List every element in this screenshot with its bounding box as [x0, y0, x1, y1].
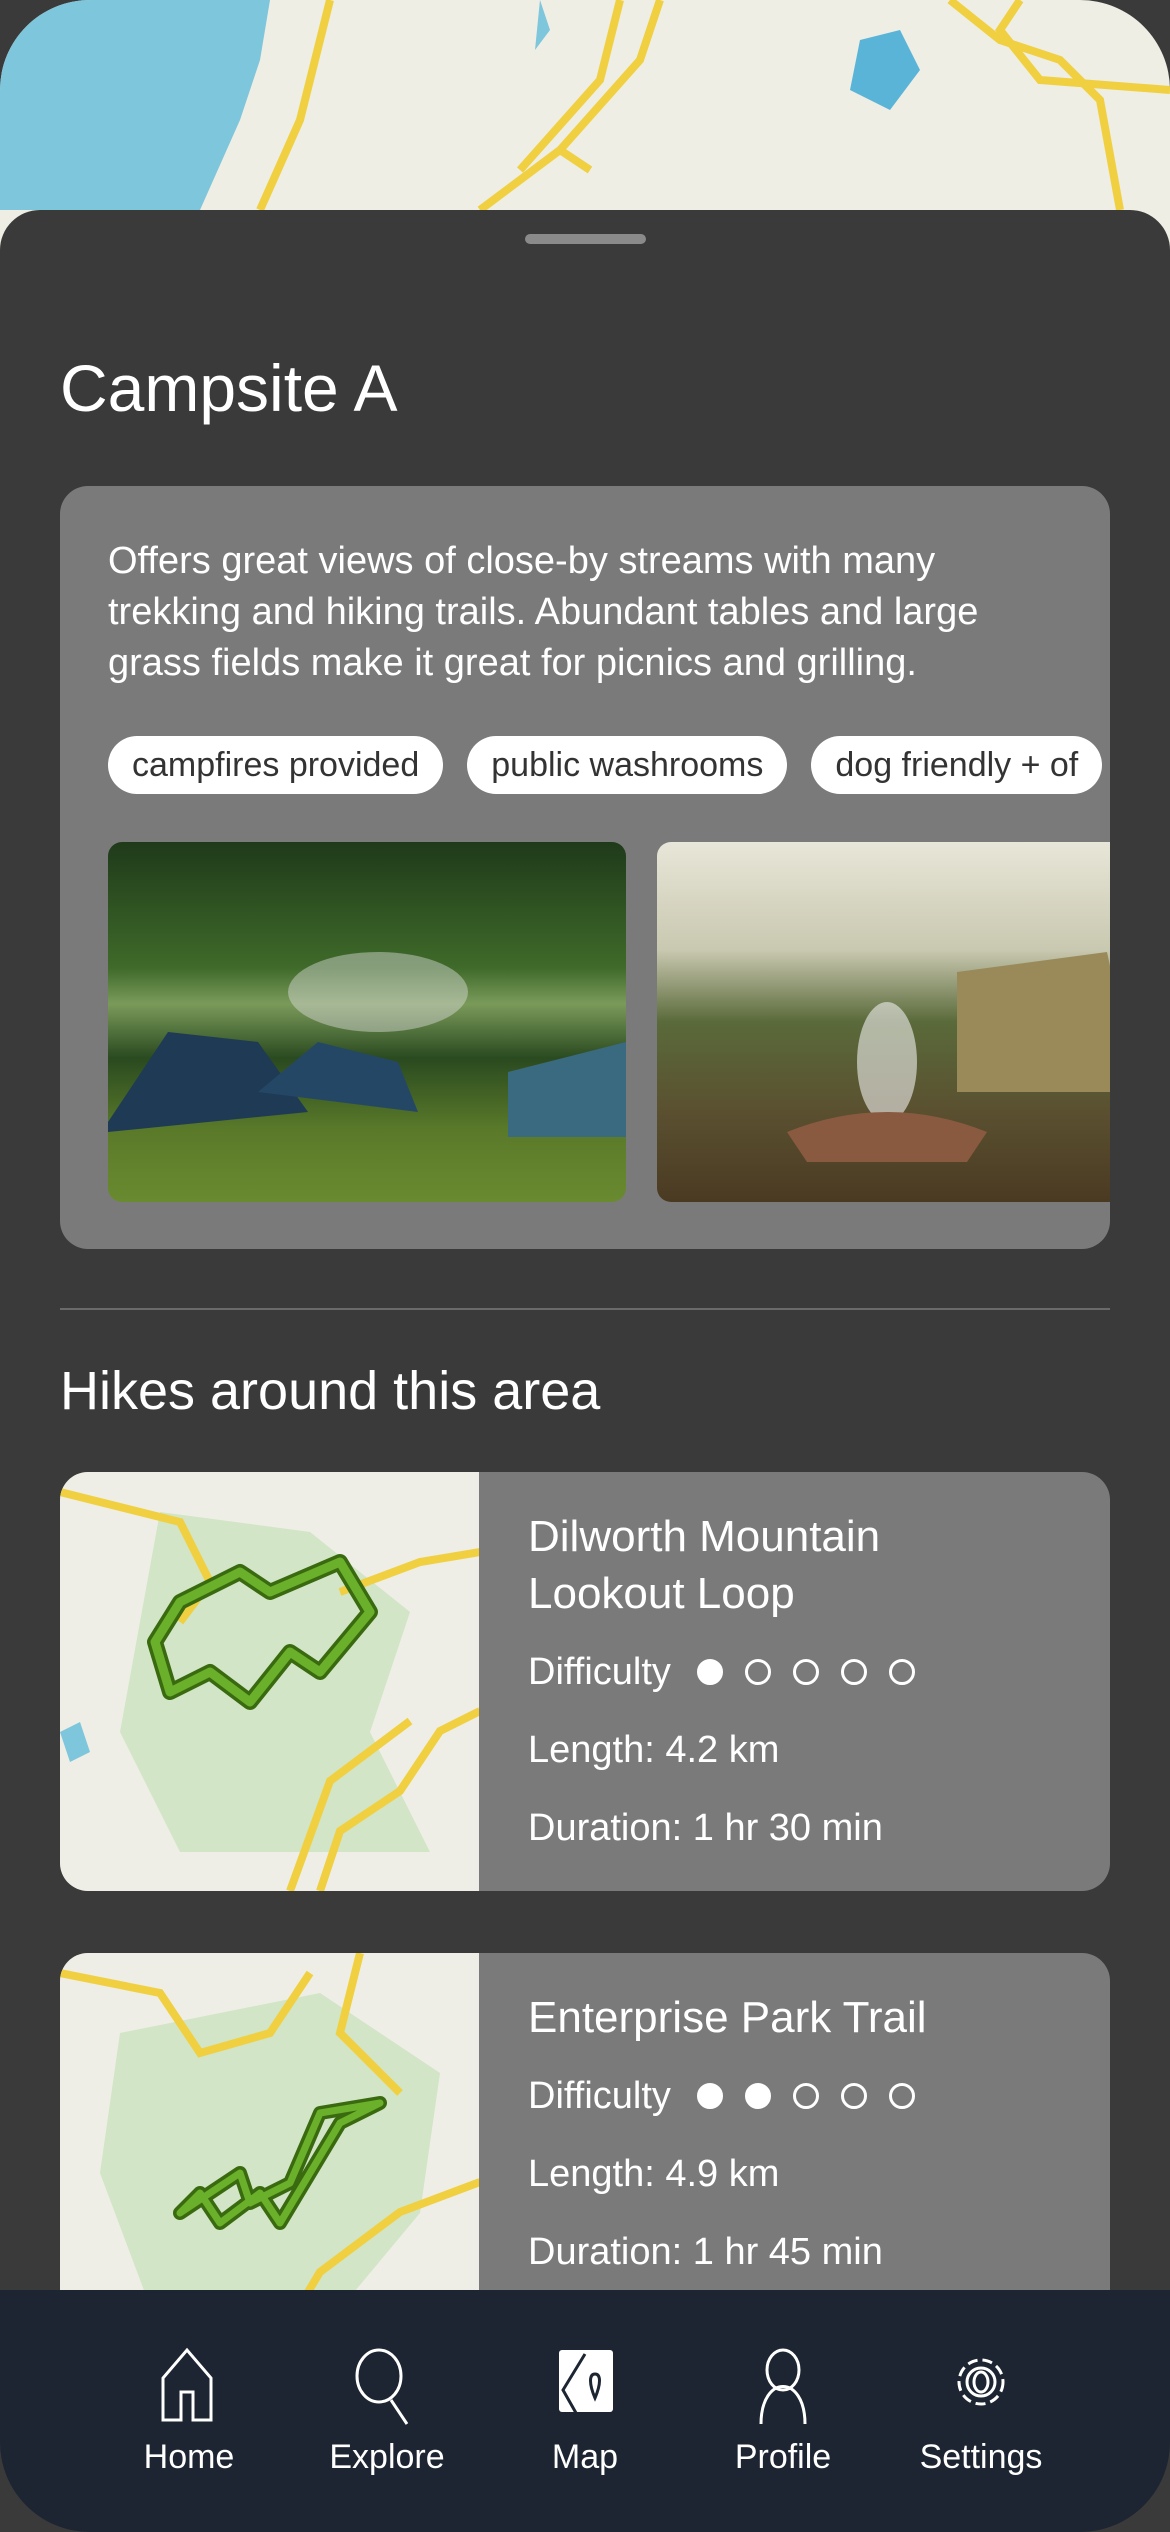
- nav-label: Settings: [919, 2438, 1043, 2476]
- bottom-nav: Home Explore Map Profile Settings: [0, 2290, 1170, 2532]
- difficulty-dot: [744, 1659, 771, 1685]
- trail-map-thumbnail: [60, 1472, 479, 1891]
- amenity-tags[interactable]: campfires provided public washrooms dog …: [108, 736, 1103, 794]
- nav-settings[interactable]: Settings: [896, 2346, 1066, 2532]
- difficulty-rating: [696, 1659, 915, 1685]
- campsite-photo-tents[interactable]: [108, 842, 626, 1202]
- difficulty-dot: [696, 1659, 723, 1685]
- difficulty-dot: [792, 1659, 819, 1685]
- difficulty-dot: [744, 2083, 771, 2109]
- difficulty-row: Difficulty: [528, 2068, 1048, 2124]
- tag[interactable]: dog friendly + of: [811, 736, 1103, 794]
- hikes-section-title: Hikes around this area: [60, 1361, 601, 1421]
- hike-duration: Duration: 1 hr 30 min: [528, 1806, 883, 1849]
- difficulty-dot: [840, 1659, 867, 1685]
- tag[interactable]: public washrooms: [467, 736, 788, 794]
- search-icon: [355, 2348, 409, 2425]
- difficulty-dot: [888, 2083, 915, 2109]
- nav-map[interactable]: Map: [500, 2346, 670, 2532]
- nav-label: Map: [551, 2438, 619, 2476]
- difficulty-dot: [696, 2083, 723, 2109]
- person-icon: [759, 2348, 807, 2425]
- difficulty-label: Difficulty: [528, 1650, 671, 1693]
- hike-length: Length: 4.2 km: [528, 1728, 780, 1771]
- difficulty-dot: [840, 2083, 867, 2109]
- nav-label: Home: [143, 2438, 235, 2476]
- gear-icon: [957, 2358, 1005, 2406]
- tag[interactable]: campfires provided: [108, 736, 444, 794]
- difficulty-dot: [792, 2083, 819, 2109]
- difficulty-row: Difficulty: [528, 1644, 1048, 1700]
- hike-name: Enterprise Park Trail: [528, 1993, 927, 2042]
- nav-label: Explore: [329, 2438, 445, 2476]
- drag-handle[interactable]: [525, 234, 646, 244]
- nav-profile[interactable]: Profile: [698, 2346, 868, 2532]
- hike-name: Dilworth Mountain Lookout Loop: [528, 1512, 881, 1618]
- difficulty-label: Difficulty: [528, 2074, 671, 2117]
- divider: [60, 1308, 1110, 1310]
- hike-duration: Duration: 1 hr 45 min: [528, 2230, 883, 2273]
- difficulty-rating: [696, 2083, 915, 2109]
- difficulty-dot: [888, 1659, 915, 1685]
- nav-label: Profile: [734, 2438, 832, 2476]
- nav-home[interactable]: Home: [104, 2346, 274, 2532]
- campsite-info-card: Offers great views of close-by streams w…: [60, 486, 1110, 1249]
- nav-explore[interactable]: Explore: [302, 2346, 472, 2532]
- campsite-title: Campsite A: [60, 351, 398, 425]
- campsite-photo-campfire[interactable]: [657, 842, 1110, 1202]
- home-icon: [161, 2347, 213, 2422]
- map-icon: [559, 2350, 613, 2421]
- photo-carousel[interactable]: [108, 842, 1110, 1202]
- hike-card[interactable]: Dilworth Mountain Lookout Loop Difficult…: [60, 1472, 1110, 1891]
- hike-length: Length: 4.9 km: [528, 2152, 780, 2195]
- campsite-description: Offers great views of close-by streams w…: [108, 540, 979, 684]
- bottom-sheet: Campsite A Offers great views of close-b…: [0, 210, 1170, 2532]
